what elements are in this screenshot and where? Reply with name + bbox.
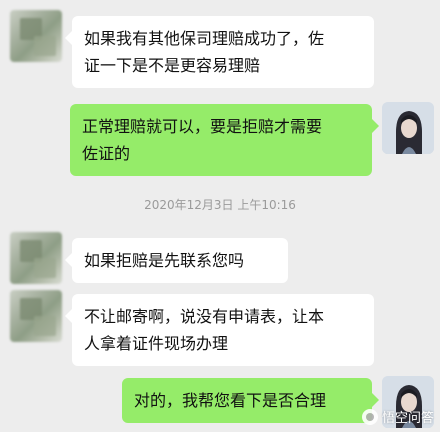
- message-timestamp: 2020年12月3日 上午10:16: [144, 198, 296, 212]
- message-text-line: 对的，我帮您看下是否合理: [134, 391, 327, 410]
- contact-avatar[interactable]: [10, 10, 62, 62]
- message-text-line: 人拿着证件现场办理: [84, 334, 229, 353]
- chat-view: 如果我有其他保司理赔成功了，佐 证一下是不是更容易理赔 正常理赔就可以，要是拒赔…: [0, 0, 440, 432]
- message-text-line: 如果拒赔是先联系您吗: [84, 251, 245, 270]
- message-text-line: 不让邮寄啊，说没有申请表，让本: [84, 307, 325, 326]
- message-text-line: 佐证的: [82, 144, 131, 163]
- message-bubble-incoming[interactable]: 不让邮寄啊，说没有申请表，让本 人拿着证件现场办理: [65, 294, 374, 366]
- contact-avatar[interactable]: [10, 232, 62, 284]
- watermark: 悟空问答: [361, 407, 434, 426]
- watermark-text: 悟空问答: [381, 411, 434, 426]
- message-bubble-outgoing[interactable]: 正常理赔就可以，要是拒赔才需要 佐证的: [70, 104, 379, 176]
- contact-avatar[interactable]: [10, 290, 62, 342]
- message-bubble-incoming[interactable]: 如果拒赔是先联系您吗: [65, 238, 288, 283]
- message-text-line: 正常理赔就可以，要是拒赔才需要: [82, 117, 323, 136]
- self-avatar[interactable]: [382, 102, 434, 154]
- wukong-logo-icon: [361, 408, 378, 425]
- person-portrait-icon: [382, 102, 434, 154]
- message-bubble-outgoing[interactable]: 对的，我帮您看下是否合理: [122, 378, 379, 423]
- message-text-line: 如果我有其他保司理赔成功了，佐: [84, 29, 325, 48]
- message-bubble-incoming[interactable]: 如果我有其他保司理赔成功了，佐 证一下是不是更容易理赔: [65, 16, 374, 88]
- message-text-line: 证一下是不是更容易理赔: [84, 56, 261, 75]
